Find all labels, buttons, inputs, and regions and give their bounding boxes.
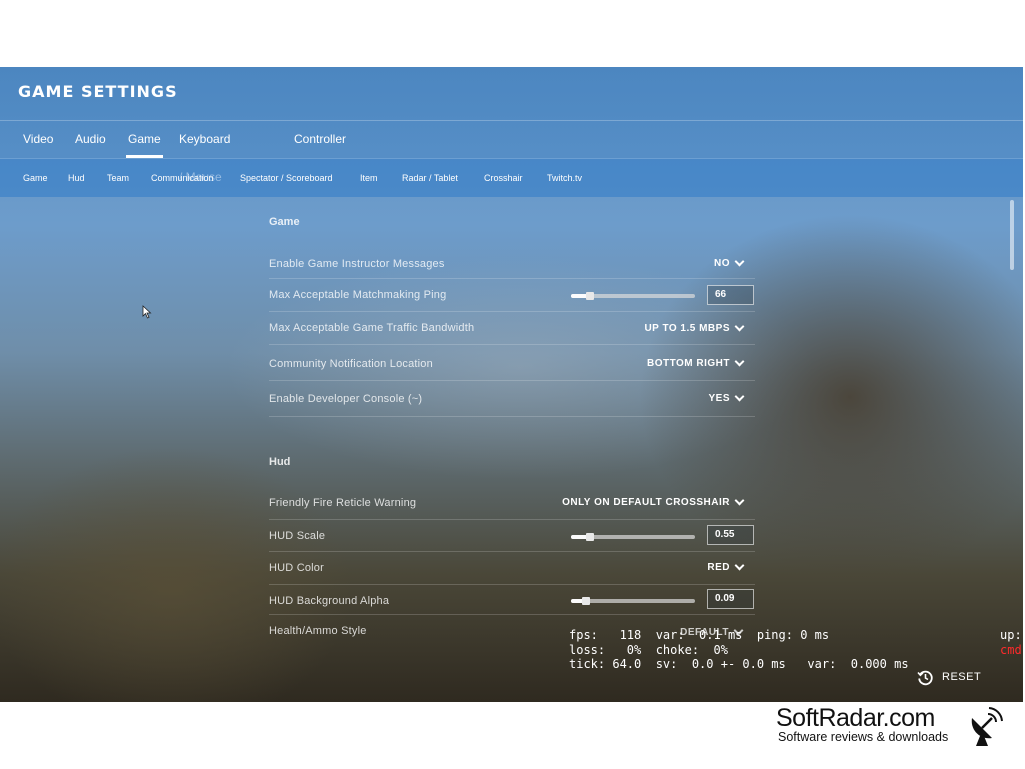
chevron-down-icon <box>734 256 745 267</box>
setting-row-traffic-bandwidth: Max Acceptable Game Traffic Bandwidth UP… <box>269 312 755 345</box>
setting-label: Enable Developer Console (~) <box>269 393 423 405</box>
setting-row-notification-location: Community Notification Location BOTTOM R… <box>269 345 755 381</box>
reset-label: RESET <box>942 671 982 683</box>
page-title: GAME SETTINGS <box>18 82 178 101</box>
hud-scale-input[interactable]: 0.55 <box>707 525 754 545</box>
setting-row-friendly-fire-warning: Friendly Fire Reticle Warning ONLY ON DE… <box>269 489 755 520</box>
matchmaking-ping-slider[interactable] <box>571 292 695 300</box>
setting-label: HUD Color <box>269 562 324 574</box>
hud-background-alpha-input[interactable]: 0.09 <box>707 589 754 609</box>
setting-row-hud-color: HUD Color RED <box>269 552 755 585</box>
dropdown-value: UP TO 1.5 MBPS <box>644 323 730 334</box>
chevron-down-icon <box>734 321 745 332</box>
watermark-name: SoftRadar.com <box>776 704 935 732</box>
setting-row-developer-console: Enable Developer Console (~) YES <box>269 381 755 417</box>
setting-label: Max Acceptable Matchmaking Ping <box>269 289 447 301</box>
tab-audio[interactable]: Audio <box>75 120 106 158</box>
setting-label: Friendly Fire Reticle Warning <box>269 497 417 509</box>
net-graph-cmd: cmd: <box>1000 642 1023 657</box>
developer-console-dropdown[interactable]: YES <box>708 391 745 404</box>
hud-scale-slider[interactable] <box>571 533 695 541</box>
chevron-down-icon <box>734 560 745 571</box>
setting-label: HUD Background Alpha <box>269 595 390 607</box>
hud-background-alpha-slider[interactable] <box>571 597 695 605</box>
subtab-spectator-scoreboard[interactable]: Spectator / Scoreboard <box>240 159 333 198</box>
history-icon <box>917 670 933 685</box>
traffic-bandwidth-dropdown[interactable]: UP TO 1.5 MBPS <box>644 321 745 334</box>
chevron-down-icon <box>734 391 745 402</box>
setting-row-hud-background-alpha: HUD Background Alpha 0.09 <box>269 585 755 615</box>
slider-handle[interactable] <box>585 533 594 541</box>
dropdown-value: RED <box>707 562 730 573</box>
section-title-game: Game <box>269 216 300 228</box>
subtab-communication[interactable]: Communication <box>151 159 214 198</box>
subtab-item[interactable]: Item <box>360 159 378 198</box>
chevron-down-icon <box>734 495 745 506</box>
net-graph-line: loss: 0% choke: 0% <box>569 642 728 657</box>
slider-handle[interactable] <box>585 292 594 300</box>
game-settings-window: GAME SETTINGS Video Audio Game Keyboard … <box>0 67 1023 702</box>
dropdown-value: ONLY ON DEFAULT CROSSHAIR <box>562 497 730 508</box>
setting-row-game-instructor: Enable Game Instructor Messages NO <box>269 250 755 279</box>
setting-label: Max Acceptable Game Traffic Bandwidth <box>269 322 475 334</box>
game-instructor-dropdown[interactable]: NO <box>714 256 745 269</box>
net-graph-up: up: <box>1000 628 1022 642</box>
dropdown-value: BOTTOM RIGHT <box>646 358 730 369</box>
dropdown-value: NO <box>714 258 730 269</box>
tab-controller[interactable]: Controller <box>294 120 346 158</box>
sub-tab-bar: Game Hud Team Communication Spectator / … <box>0 158 1023 197</box>
watermark-tagline: Software reviews & downloads <box>778 730 949 744</box>
softradar-watermark: SoftRadar.com Software reviews & downloa… <box>776 704 1006 748</box>
section-title-hud: Hud <box>269 456 291 468</box>
subtab-twitch[interactable]: Twitch.tv <box>547 159 582 198</box>
setting-label: Health/Ammo Style <box>269 625 367 637</box>
subtab-crosshair[interactable]: Crosshair <box>484 159 523 198</box>
scrollbar-thumb[interactable] <box>1010 200 1014 270</box>
screenshot-canvas: GAME SETTINGS Video Audio Game Keyboard … <box>0 0 1025 769</box>
chevron-down-icon <box>734 356 745 367</box>
satellite-dish-icon <box>971 707 1003 746</box>
dropdown-value: YES <box>708 393 730 404</box>
subtab-team[interactable]: Team <box>107 159 129 198</box>
matchmaking-ping-input[interactable]: 66 <box>707 285 754 305</box>
tab-keyboard-mouse[interactable]: Keyboard / Mouse <box>179 120 230 184</box>
tab-video[interactable]: Video <box>23 120 53 158</box>
settings-header: GAME SETTINGS Video Audio Game Keyboard … <box>0 67 1023 197</box>
setting-row-matchmaking-ping: Max Acceptable Matchmaking Ping 66 <box>269 279 755 312</box>
subtab-radar-tablet[interactable]: Radar / Tablet <box>402 159 458 198</box>
mouse-cursor-icon <box>142 305 152 319</box>
slider-handle[interactable] <box>581 597 590 605</box>
net-graph-line: fps: 118 var: 0.1 ms ping: 0 ms <box>569 628 830 642</box>
reset-button[interactable]: RESET <box>917 667 981 687</box>
setting-label: Enable Game Instructor Messages <box>269 258 445 270</box>
setting-label: HUD Scale <box>269 530 326 542</box>
notification-location-dropdown[interactable]: BOTTOM RIGHT <box>646 356 745 369</box>
friendly-fire-warning-dropdown[interactable]: ONLY ON DEFAULT CROSSHAIR <box>562 495 745 508</box>
net-graph-line: tick: 64.0 sv: 0.0 +- 0.0 ms var: 0.000 … <box>569 657 909 671</box>
net-graph-right: up:cmd: <box>1000 628 1023 657</box>
net-graph-overlay: fps: 118 var: 0.1 ms ping: 0 ms loss: 0% … <box>569 628 909 672</box>
subtab-hud[interactable]: Hud <box>68 159 85 198</box>
hud-color-dropdown[interactable]: RED <box>707 560 745 573</box>
subtab-game[interactable]: Game <box>23 159 48 198</box>
setting-row-hud-scale: HUD Scale 0.55 <box>269 520 755 552</box>
setting-label: Community Notification Location <box>269 358 433 370</box>
tab-game[interactable]: Game <box>126 120 163 158</box>
